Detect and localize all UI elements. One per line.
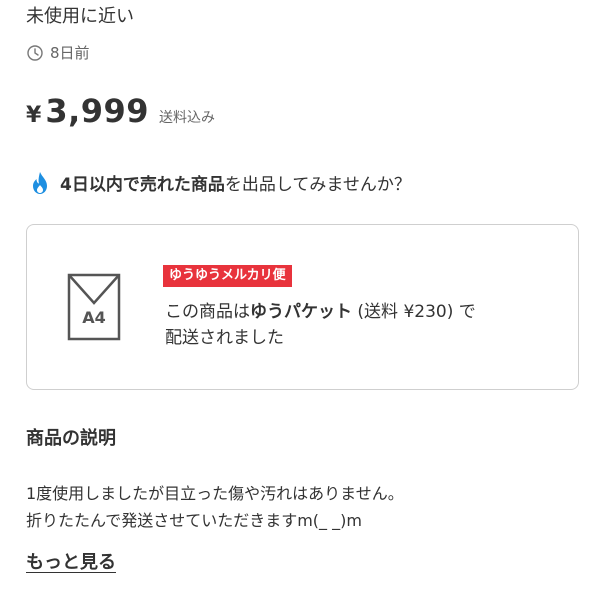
description-title: 商品の説明 [26, 428, 116, 449]
promo-bold-text: 4日以内で売れた商品 [60, 175, 225, 195]
description-body: 1度使用しましたが目立った傷や汚れはありません。 折りたたんで発送させていただき… [26, 480, 404, 534]
envelope-label: A4 [82, 308, 106, 327]
sell-promo[interactable]: 4日以内で売れた商品を出品してみませんか？ [30, 170, 411, 195]
posted-ago-text: 8日前 [50, 44, 90, 62]
description-line-1: 1度使用しましたが目立った傷や汚れはありません。 [26, 484, 404, 503]
promo-text: 4日以内で売れた商品を出品してみませんか？ [60, 170, 411, 195]
bottom-strip [0, 596, 608, 608]
posted-time: 8日前 [26, 42, 90, 63]
price-note: 送料込み [159, 110, 216, 126]
shipping-text-line2: 配送されました [165, 328, 284, 348]
promo-rest-text: を出品してみませんか？ [224, 175, 411, 195]
description-line-2: 折りたたんで発送させていただきますm(_ _)m [26, 511, 362, 530]
item-condition: 未使用に近い [26, 6, 134, 27]
clock-icon [26, 44, 44, 62]
price-currency: ¥ [26, 103, 42, 128]
carrier-badge: ゆうゆうメルカリ便 [163, 265, 292, 287]
shipping-method: ゆうパケット [250, 302, 352, 322]
envelope-icon: A4 [67, 273, 121, 341]
shipping-text: この商品はゆうパケット (送料 ¥230) で 配送されました [165, 299, 565, 351]
item-detail-page: 未使用に近い 8日前 ¥ 3,999 送料込み 4日以内で売れた商品を出品してみ… [0, 0, 608, 608]
price-value: 3,999 [45, 92, 150, 130]
fire-icon [30, 171, 50, 195]
shipping-card: A4 ゆうゆうメルカリ便 この商品はゆうパケット (送料 ¥230) で 配送さ… [26, 224, 579, 390]
price: ¥ 3,999 送料込み [26, 92, 215, 130]
shipping-text-prefix: この商品は [165, 302, 250, 322]
see-more-link[interactable]: もっと見る [26, 548, 116, 574]
shipping-text-suffix: (送料 ¥230) で [352, 302, 476, 322]
